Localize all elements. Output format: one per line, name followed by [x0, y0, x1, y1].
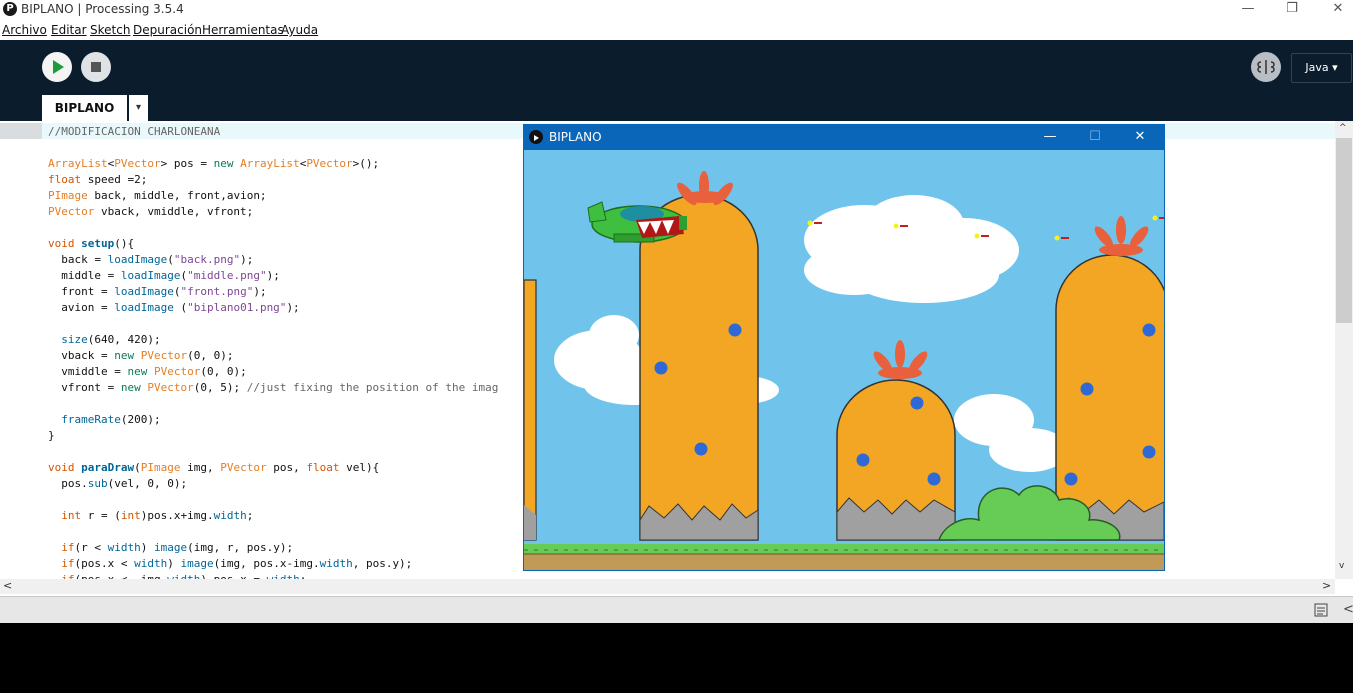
console-toggle-icon[interactable]: [1314, 603, 1328, 617]
code-line: PImage back, middle, front,avion;: [48, 189, 267, 202]
code-line: }: [48, 429, 55, 442]
menu-archivo[interactable]: Archivo: [2, 23, 47, 37]
code-line: vmiddle = new PVector(0, 0);: [48, 365, 247, 378]
sketch-window-title: BIPLANO: [549, 130, 602, 144]
code-line: middle = loadImage("middle.png");: [48, 269, 280, 282]
code-line: vfront = new PVector(0, 5); //just fixin…: [48, 381, 499, 394]
mode-selector[interactable]: Java ▾: [1291, 53, 1352, 83]
code-line: avion = loadImage ("biplano01.png");: [48, 301, 300, 314]
code-line: front = loadImage("front.png");: [48, 285, 267, 298]
status-bar: <: [0, 596, 1353, 624]
code-line: frameRate(200);: [61, 413, 161, 426]
menu-ayuda[interactable]: Ayuda: [281, 23, 318, 37]
play-icon: [53, 60, 64, 74]
console-area: [0, 623, 1353, 693]
sketch-app-icon: [529, 130, 543, 144]
stop-button[interactable]: [81, 52, 111, 82]
code-line: int r = (int)pos.x+img.width;: [61, 509, 254, 522]
code-line: void paraDraw(PImage img, PVector pos, f…: [48, 461, 380, 474]
menu-herramientas[interactable]: Herramientas: [202, 23, 284, 37]
maximize-button[interactable]: ❐: [1270, 0, 1314, 18]
menu-sketch[interactable]: Sketch: [90, 23, 130, 37]
editor-vertical-scrollbar[interactable]: ^ v: [1335, 121, 1353, 579]
sketch-maximize-button[interactable]: ☐: [1075, 127, 1115, 147]
tab-menu-button[interactable]: ▾: [129, 95, 148, 121]
stop-icon: [91, 62, 101, 72]
scrollbar-thumb[interactable]: [1336, 138, 1352, 323]
code-line: if(r < width) image(img, r, pos.y);: [61, 541, 294, 554]
title-bar: P BIPLANO | Processing 3.5.4 — ❐ ✕: [0, 0, 1353, 20]
debugger-button[interactable]: [1251, 52, 1281, 82]
collapse-arrow-icon[interactable]: <: [1343, 602, 1353, 617]
sketch-title-bar: BIPLANO — ☐ ✕: [523, 124, 1165, 150]
sketch-minimize-button[interactable]: —: [1030, 127, 1070, 147]
minimize-button[interactable]: —: [1226, 0, 1270, 18]
menu-depuracion[interactable]: Depuración: [133, 23, 202, 37]
menu-editar[interactable]: Editar: [51, 23, 87, 37]
code-line: ArrayList<PVector> pos = new ArrayList<P…: [48, 157, 380, 170]
code-line: back = loadImage("back.png");: [48, 253, 254, 266]
run-button[interactable]: [42, 52, 72, 82]
code-line: pos.sub(vel, 0, 0);: [48, 477, 188, 490]
sketch-window: BIPLANO — ☐ ✕: [523, 124, 1165, 571]
code-line: void setup(){: [48, 237, 135, 250]
code-line: float speed =2;: [48, 173, 148, 186]
tab-biplano[interactable]: BIPLANO: [42, 95, 127, 121]
line-number-gutter: [0, 121, 42, 579]
editor-horizontal-scrollbar[interactable]: < >: [0, 579, 1335, 594]
window-title: BIPLANO | Processing 3.5.4: [21, 2, 184, 16]
code-line: //MODIFICACION CHARLONEANA: [48, 125, 221, 138]
close-button[interactable]: ✕: [1316, 0, 1353, 18]
menu-bar: Archivo Editar Sketch Depuración Herrami…: [0, 20, 1353, 40]
code-line: if(pos.x < width) image(img, pos.x-img.w…: [61, 557, 413, 570]
butterfly-icon: [1257, 60, 1275, 74]
code-line: size(640, 420);: [61, 333, 161, 346]
sketch-close-button[interactable]: ✕: [1120, 127, 1160, 147]
code-line: PVector vback, vmiddle, vfront;: [48, 205, 254, 218]
processing-logo-icon: P: [3, 2, 17, 16]
code-line: vback = new PVector(0, 0);: [48, 349, 234, 362]
game-canvas[interactable]: [524, 150, 1164, 570]
toolbar: [0, 40, 1353, 121]
